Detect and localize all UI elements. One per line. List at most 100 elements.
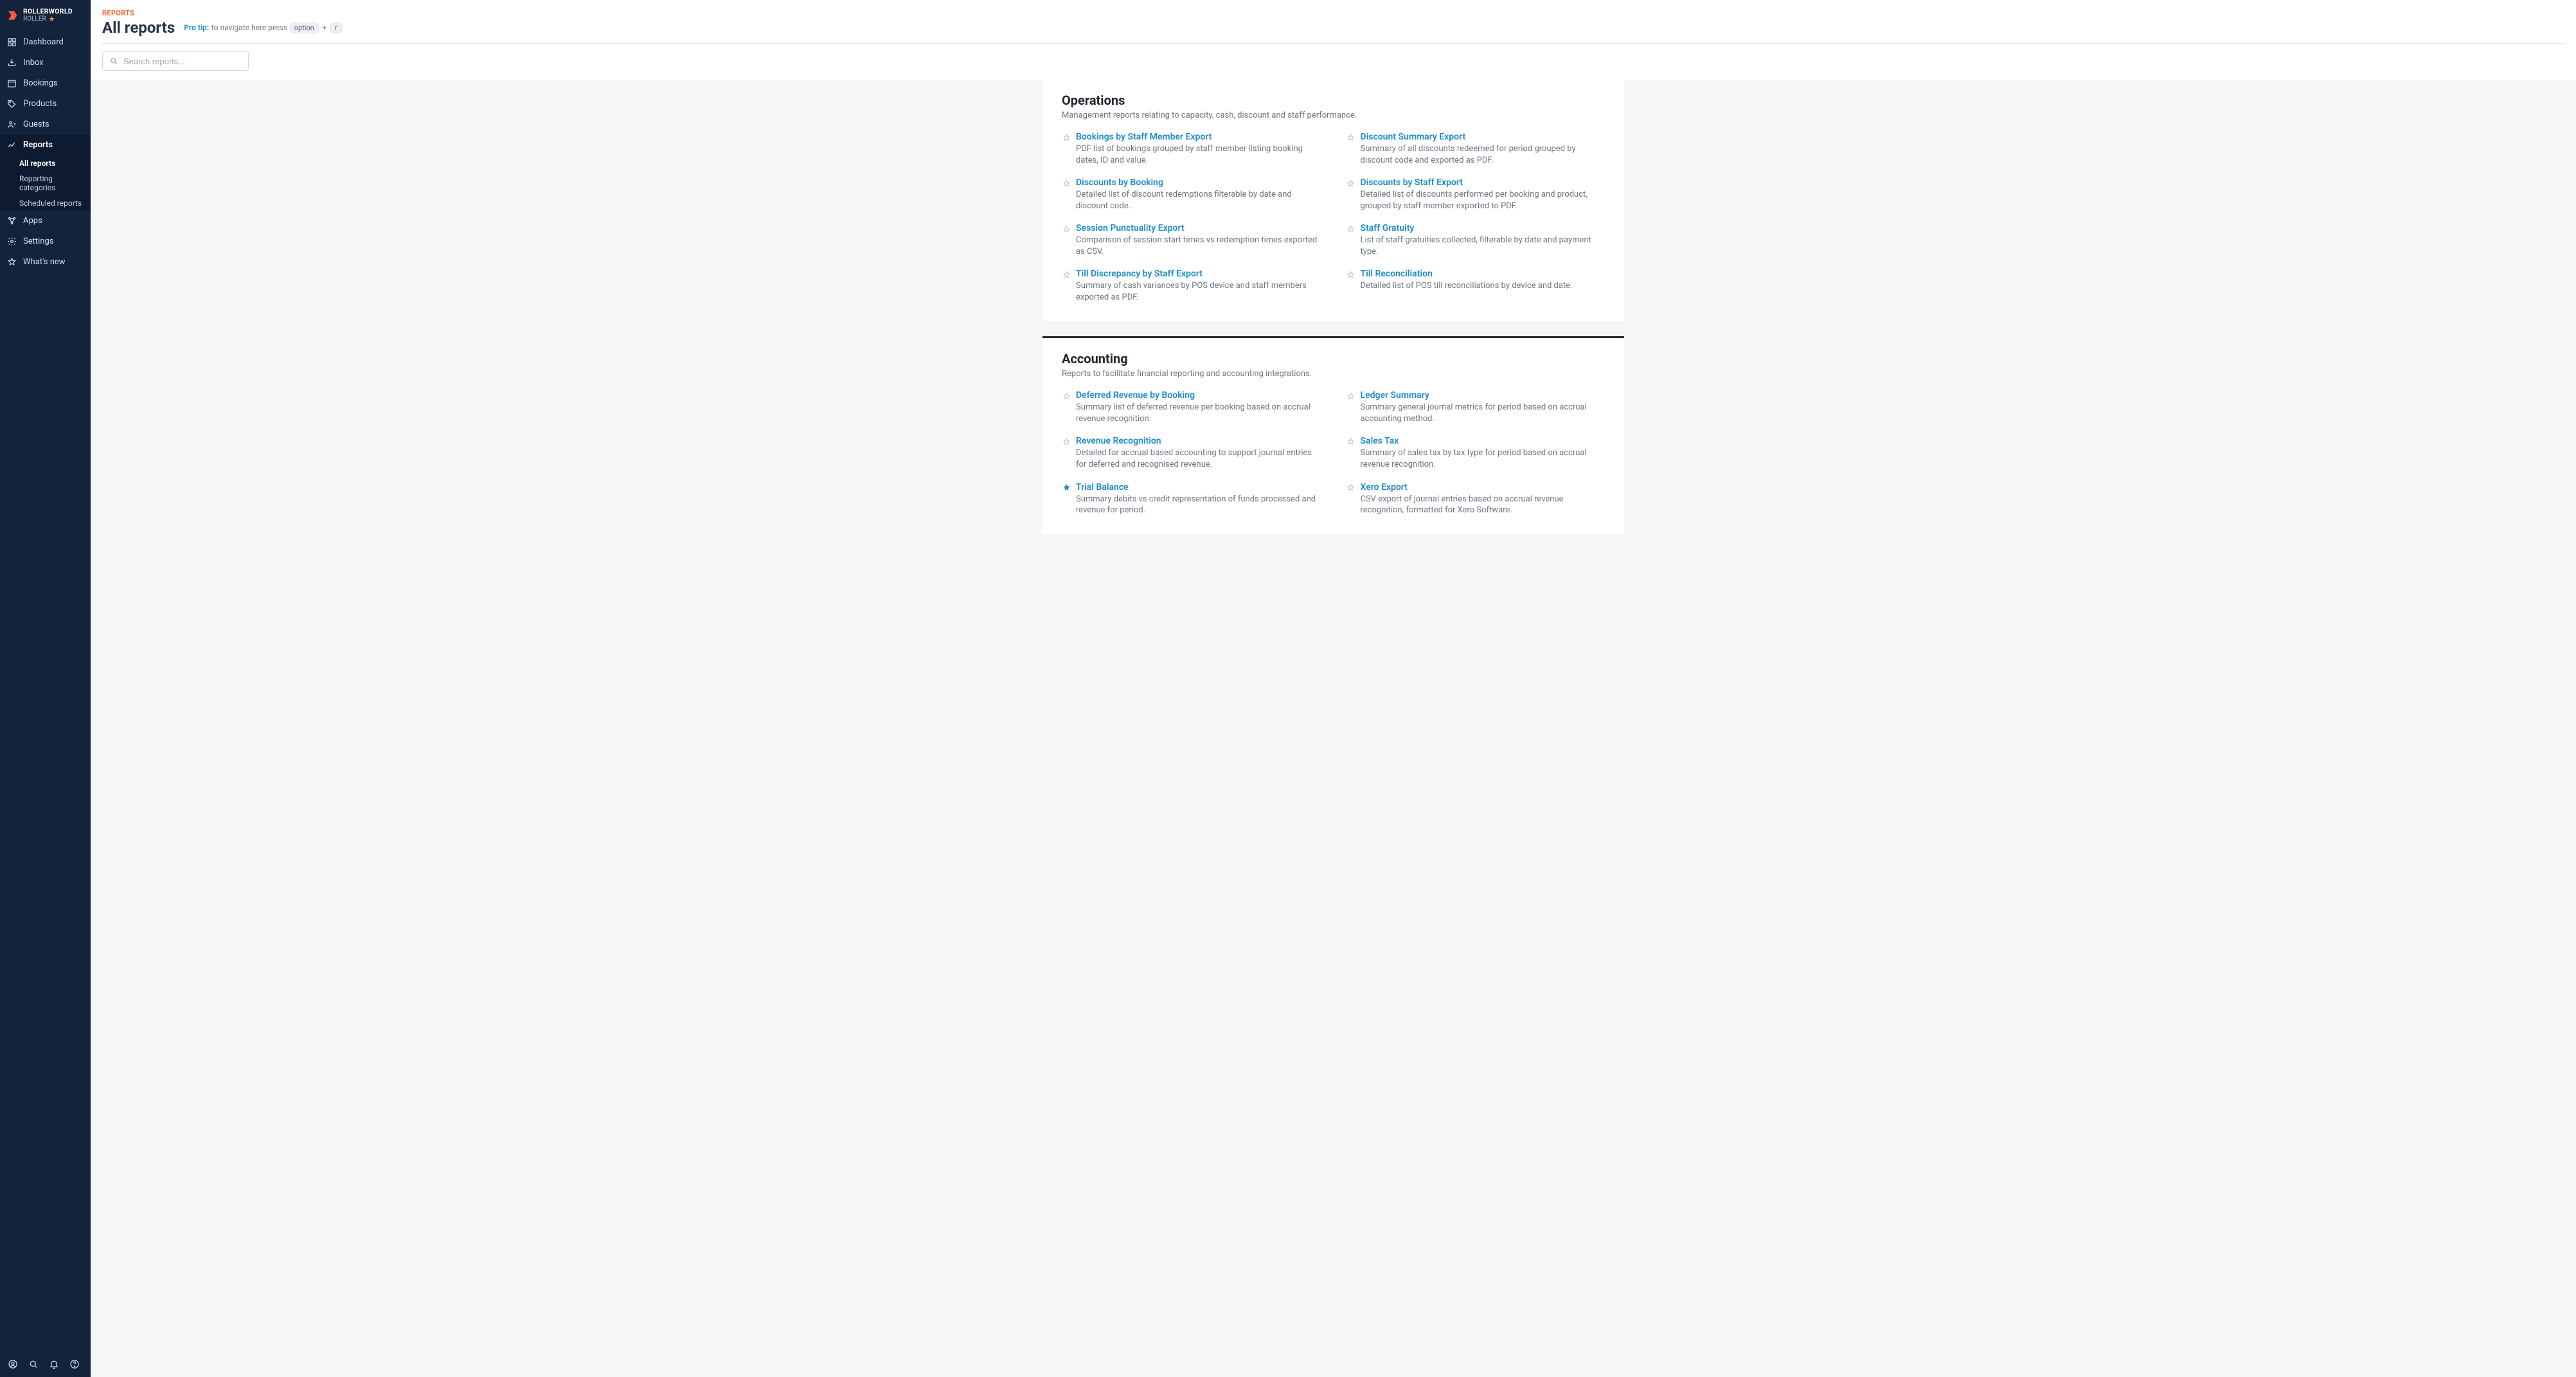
report-grid: Bookings by Staff Member Export PDF list…	[1062, 132, 1605, 303]
sidebar: ROLLERWORLD ROLLER ★ Dashboard Inbox	[0, 0, 91, 1377]
report-item: Till Discrepancy by Staff Export Summary…	[1062, 269, 1321, 303]
calendar-icon	[6, 78, 17, 89]
bell-icon[interactable]	[49, 1359, 59, 1369]
favorite-star-icon[interactable]	[1346, 437, 1355, 446]
report-link[interactable]: Till Reconciliation	[1361, 269, 1573, 279]
favorite-star-icon[interactable]	[1346, 179, 1355, 188]
report-desc: Summary list of deferred revenue per boo…	[1076, 402, 1321, 424]
report-desc: Comparison of session start times vs red…	[1076, 235, 1321, 257]
brand-block: ROLLERWORLD ROLLER ★	[0, 0, 91, 30]
dashboard-icon	[6, 37, 17, 48]
sidebar-reports-subnav: All reports Reporting categories Schedul…	[0, 156, 91, 211]
report-desc: Summary of sales tax by tax type for per…	[1361, 447, 1606, 470]
star-outline-icon	[6, 257, 17, 267]
sidebar-item-apps[interactable]: Apps	[0, 211, 91, 231]
sidebar-item-label: Reports	[23, 140, 53, 150]
report-grid: Deferred Revenue by Booking Summary list…	[1062, 390, 1605, 516]
account-icon[interactable]	[8, 1359, 18, 1369]
favorite-star-icon[interactable]	[1062, 437, 1071, 446]
sidebar-item-label: Guests	[23, 120, 49, 129]
page-title: All reports	[102, 19, 175, 37]
report-link[interactable]: Sales Tax	[1361, 436, 1606, 446]
sidebar-item-inbox[interactable]: Inbox	[0, 53, 91, 73]
report-link[interactable]: Till Discrepancy by Staff Export	[1076, 269, 1321, 279]
sidebar-item-reports[interactable]: Reports	[0, 135, 91, 156]
favorite-star-icon[interactable]	[1346, 483, 1355, 492]
favorite-star-icon[interactable]	[1062, 224, 1071, 233]
search-icon[interactable]	[28, 1359, 39, 1369]
favorite-star-icon[interactable]	[1062, 179, 1071, 188]
report-desc: Detailed for accrual based accounting to…	[1076, 447, 1321, 470]
sidebar-item-dashboard[interactable]: Dashboard	[0, 32, 91, 53]
brand-name: ROLLERWORLD	[23, 8, 73, 15]
page-header: REPORTS All reports Pro tip: to navigate…	[91, 0, 2576, 80]
sidebar-item-products[interactable]: Products	[0, 94, 91, 114]
report-link[interactable]: Bookings by Staff Member Export	[1076, 132, 1321, 142]
sidebar-item-guests[interactable]: Guests	[0, 114, 91, 135]
report-item: Staff Gratuity List of staff gratuities …	[1346, 223, 1606, 257]
report-link[interactable]: Revenue Recognition	[1076, 436, 1321, 446]
report-desc: Summary of all discounts redeemed for pe…	[1361, 143, 1606, 166]
kbd-plus: +	[321, 24, 328, 32]
favorite-star-icon[interactable]	[1062, 133, 1071, 142]
sidebar-item-label: Bookings	[23, 78, 58, 88]
report-link[interactable]: Deferred Revenue by Booking	[1076, 390, 1321, 401]
favorite-star-icon[interactable]	[1062, 392, 1071, 401]
section-title: Operations	[1062, 93, 1605, 108]
help-icon[interactable]	[69, 1359, 80, 1369]
report-link[interactable]: Discounts by Staff Export	[1361, 177, 1606, 188]
sidebar-item-label: Products	[23, 99, 57, 109]
search-input[interactable]	[123, 57, 242, 66]
sidebar-subitem-reporting-categories[interactable]: Reporting categories	[0, 171, 91, 195]
report-item: Discount Summary Export Summary of all d…	[1346, 132, 1606, 166]
report-item: Revenue Recognition Detailed for accrual…	[1062, 436, 1321, 470]
report-link[interactable]: Staff Gratuity	[1361, 223, 1606, 233]
report-item: Deferred Revenue by Booking Summary list…	[1062, 390, 1321, 424]
sidebar-item-label: Apps	[23, 216, 42, 226]
section-operations: Operations Management reports relating t…	[1042, 80, 1624, 321]
content-area: Operations Management reports relating t…	[91, 80, 2576, 554]
report-item: Session Punctuality Export Comparison of…	[1062, 223, 1321, 257]
favorite-star-icon[interactable]	[1062, 270, 1071, 279]
apps-icon	[6, 216, 17, 226]
favorite-star-icon[interactable]	[1062, 483, 1071, 492]
report-link[interactable]: Trial Balance	[1076, 482, 1321, 492]
report-item: Trial Balance Summary debits vs credit r…	[1062, 482, 1321, 516]
search-box[interactable]	[102, 51, 249, 71]
section-desc: Reports to facilitate financial reportin…	[1062, 369, 1605, 379]
favorite-star-icon[interactable]	[1346, 392, 1355, 401]
section-title: Accounting	[1062, 351, 1605, 366]
report-item: Discounts by Booking Detailed list of di…	[1062, 177, 1321, 212]
report-desc: Detailed list of discount redemptions fi…	[1076, 189, 1321, 212]
report-link[interactable]: Discount Summary Export	[1361, 132, 1606, 142]
brand-sub-text: ROLLER	[23, 15, 46, 22]
report-desc: CSV export of journal entries based on a…	[1361, 494, 1606, 516]
favorite-star-icon[interactable]	[1346, 133, 1355, 142]
sidebar-item-bookings[interactable]: Bookings	[0, 73, 91, 94]
section-desc: Management reports relating to capacity,…	[1062, 111, 1605, 120]
report-desc: List of staff gratuities collected, filt…	[1361, 235, 1606, 257]
report-link[interactable]: Discounts by Booking	[1076, 177, 1321, 188]
sidebar-item-whatsnew[interactable]: What's new	[0, 252, 91, 273]
tag-icon	[6, 99, 17, 109]
section-accounting: Accounting Reports to facilitate financi…	[1042, 338, 1624, 534]
report-item: Till Reconciliation Detailed list of POS…	[1346, 269, 1606, 303]
report-link[interactable]: Ledger Summary	[1361, 390, 1606, 401]
favorite-star-icon[interactable]	[1346, 270, 1355, 279]
sidebar-item-label: What's new	[23, 257, 66, 267]
sidebar-subitem-all-reports[interactable]: All reports	[0, 156, 91, 171]
brand-star-icon: ★	[49, 15, 55, 23]
report-item: Sales Tax Summary of sales tax by tax ty…	[1346, 436, 1606, 470]
brand-logo-icon	[6, 10, 18, 21]
report-link[interactable]: Session Punctuality Export	[1076, 223, 1321, 233]
brand-subtitle: ROLLER ★	[23, 15, 73, 23]
sidebar-item-settings[interactable]: Settings	[0, 231, 91, 252]
favorite-star-icon[interactable]	[1346, 224, 1355, 233]
primary-nav: Dashboard Inbox Bookings Products	[0, 30, 91, 273]
search-input-icon	[109, 57, 118, 66]
kbd-option: option	[290, 22, 319, 33]
sidebar-bottom-bar	[0, 1353, 91, 1377]
main-content: REPORTS All reports Pro tip: to navigate…	[91, 0, 2576, 1377]
sidebar-subitem-scheduled-reports[interactable]: Scheduled reports	[0, 195, 91, 211]
report-link[interactable]: Xero Export	[1361, 482, 1606, 492]
